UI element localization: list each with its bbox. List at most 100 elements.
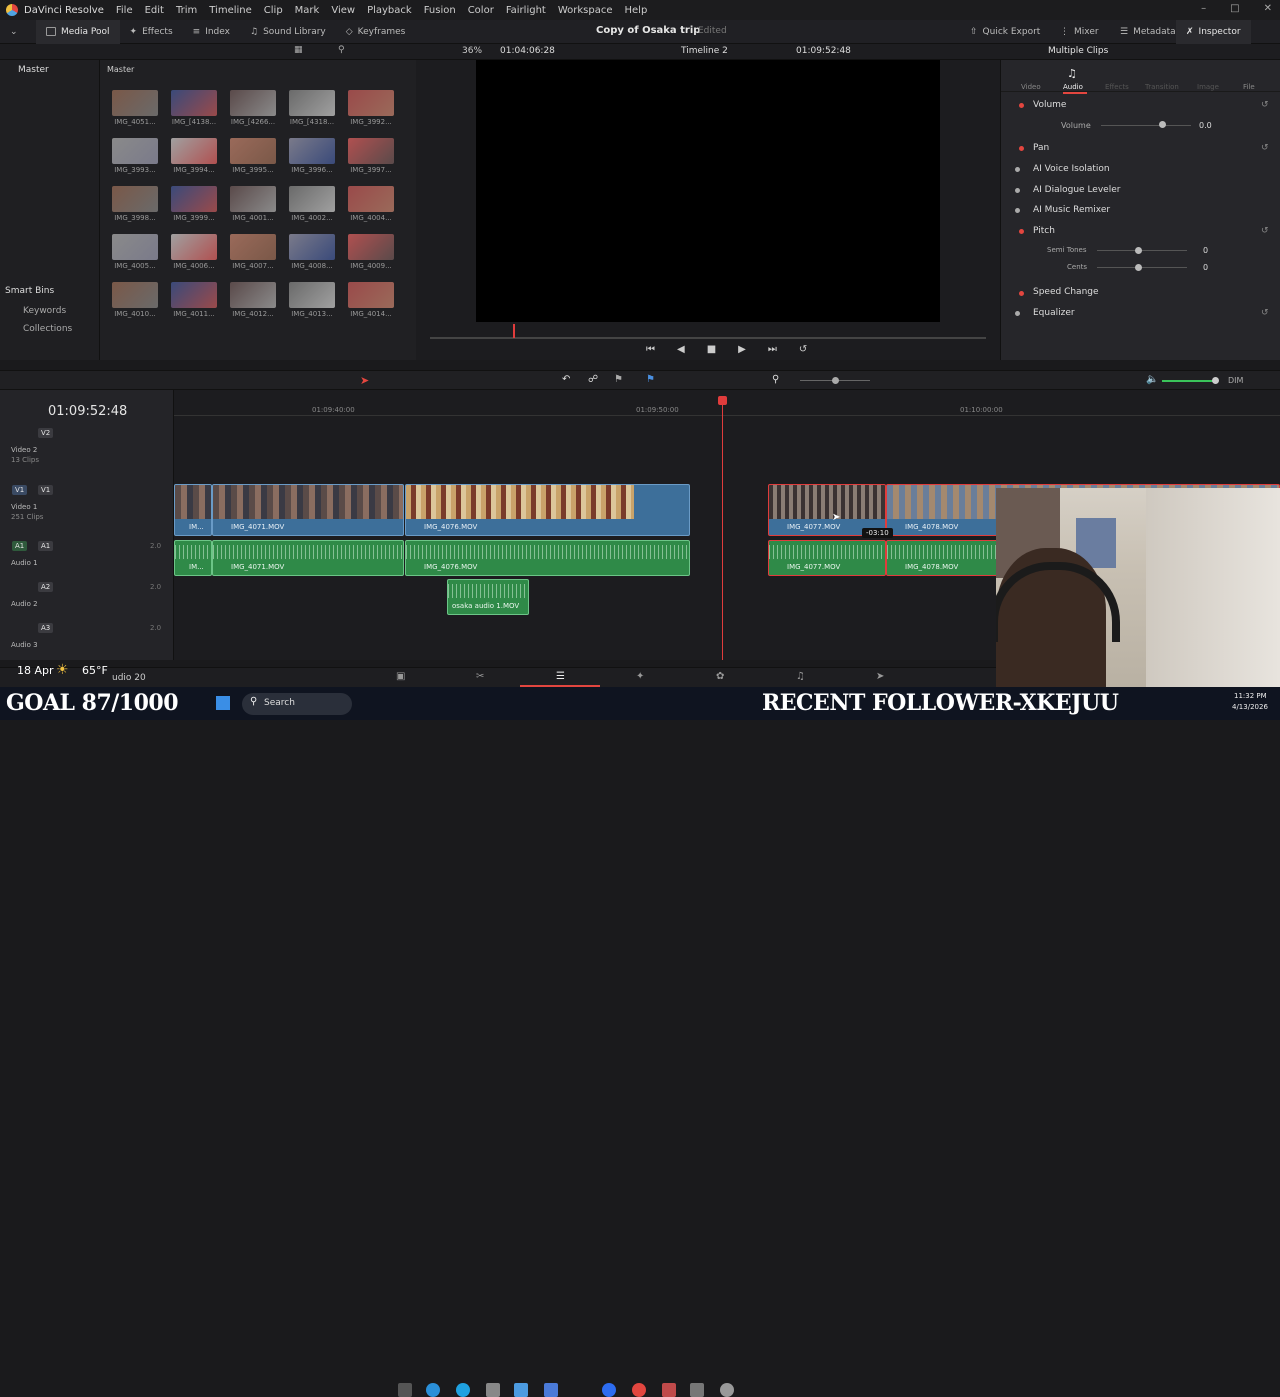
media-clip-thumbnail[interactable] [171,138,217,164]
track-source-a1[interactable]: A1 [12,541,28,551]
menu-view[interactable]: View [325,5,361,16]
reset-icon[interactable]: ↺ [1261,100,1269,110]
smart-bin-keywords[interactable]: Keywords [23,306,66,316]
link-icon[interactable]: ☍ [588,374,598,385]
index-button[interactable]: ≡ Index [183,20,240,44]
skip-back-icon[interactable]: ⏮ [646,344,655,355]
speed-change-dot[interactable] [1019,291,1024,296]
taskbar-search[interactable] [242,693,352,715]
media-clip-thumbnail[interactable] [289,90,335,116]
search-icon[interactable]: ⚲ [338,45,345,55]
inspector-button[interactable]: ✗ Inspector [1176,19,1251,44]
media-clip-thumbnail[interactable] [230,90,276,116]
maximize-icon[interactable]: □ [1230,3,1239,14]
semi-tones-slider[interactable] [1097,250,1187,251]
tab-audio[interactable]: Audio [1063,83,1083,91]
lock-icon[interactable]: ⚑ [614,374,623,385]
cents-slider[interactable] [1097,267,1187,268]
app-icon[interactable] [690,1383,704,1397]
pan-enable-dot[interactable] [1019,146,1024,151]
windows-start-icon[interactable] [216,696,230,710]
menu-workspace[interactable]: Workspace [552,5,619,16]
dim-button[interactable]: DIM [1228,376,1243,385]
media-clip-thumbnail[interactable] [171,282,217,308]
metadata-button[interactable]: ☰ Metadata [1110,20,1186,44]
equalizer-section[interactable]: Equalizer [1033,308,1075,318]
task-view-icon[interactable] [398,1383,412,1397]
snapping-icon[interactable]: ↶ [562,374,570,385]
quick-export-button[interactable]: ⇧ Quick Export [960,20,1050,44]
tab-file[interactable]: File [1243,83,1255,91]
track-id-v2[interactable]: V2 [38,428,54,438]
menu-trim[interactable]: Trim [170,5,203,16]
skip-forward-icon[interactable]: ⏭ [768,344,777,355]
fusion-page-icon[interactable]: ✦ [636,671,644,682]
menu-edit[interactable]: Edit [139,5,170,16]
edge-icon[interactable] [426,1383,440,1397]
ai-dialogue-dot[interactable] [1015,188,1020,193]
stop-icon[interactable]: ■ [707,344,716,355]
media-clip-thumbnail[interactable] [112,282,158,308]
menu-clip[interactable]: Clip [258,5,289,16]
cut-page-icon[interactable]: ✂ [476,671,484,682]
tab-video[interactable]: Video [1021,83,1041,91]
app-icon[interactable] [720,1383,734,1397]
app-icon[interactable] [486,1383,500,1397]
speaker-icon[interactable]: 🔈 [1146,374,1158,385]
media-clip-thumbnail[interactable] [171,186,217,212]
media-clip-thumbnail[interactable] [348,138,394,164]
reverse-play-icon[interactable]: ◀ [677,344,685,355]
keyframes-button[interactable]: ◇ Keyframes [336,20,416,44]
tab-transition[interactable]: Transition [1145,83,1179,91]
bin-master[interactable]: Master [18,65,49,75]
media-clip-thumbnail[interactable] [348,90,394,116]
master-volume-slider[interactable] [1162,380,1214,382]
menu-file[interactable]: File [110,5,139,16]
volume-value[interactable]: 0.0 [1199,121,1212,130]
loop-icon[interactable]: ↺ [799,344,807,355]
media-clip-thumbnail[interactable] [289,282,335,308]
audio-clip[interactable]: IMG_4076.MOV [405,540,690,576]
audio-clip[interactable]: IM... [174,540,212,576]
grid-view-icon[interactable]: ▦ [294,45,303,55]
close-icon[interactable]: ✕ [1264,3,1272,14]
selection-tool-icon[interactable]: ➤ [360,374,369,387]
track-id-a1[interactable]: A1 [38,541,54,551]
chrome-icon[interactable] [632,1383,646,1397]
track-id-a3[interactable]: A3 [38,623,54,633]
playhead-handle[interactable] [718,396,727,405]
audio-clip[interactable]: osaka audio 1.MOV [447,579,529,615]
ai-music-dot[interactable] [1015,208,1020,213]
media-clip-thumbnail[interactable] [348,282,394,308]
ai-voice-isolation[interactable]: AI Voice Isolation [1033,164,1110,174]
volume-slider[interactable] [1101,125,1191,126]
media-clip-thumbnail[interactable] [230,282,276,308]
speed-change-section[interactable]: Speed Change [1033,287,1099,297]
mixer-button[interactable]: ⋮ Mixer [1050,20,1109,44]
reset-icon[interactable]: ↺ [1261,226,1269,236]
app-icon[interactable] [544,1383,558,1397]
media-clip-thumbnail[interactable] [112,90,158,116]
media-page-icon[interactable]: ▣ [396,671,405,682]
media-clip-thumbnail[interactable] [112,234,158,260]
track-id-v1[interactable]: V1 [38,485,54,495]
media-pool-button[interactable]: Media Pool [36,19,120,44]
media-clip-thumbnail[interactable] [230,234,276,260]
menu-fairlight[interactable]: Fairlight [500,5,552,16]
deliver-page-icon[interactable]: ➤ [876,671,884,682]
menu-playback[interactable]: Playback [361,5,418,16]
track-source-v1[interactable]: V1 [12,485,28,495]
menu-color[interactable]: Color [462,5,500,16]
app-icon[interactable] [514,1383,528,1397]
menu-timeline[interactable]: Timeline [203,5,258,16]
media-clip-thumbnail[interactable] [171,90,217,116]
media-clip-thumbnail[interactable] [348,234,394,260]
fairlight-page-icon[interactable]: ♫ [796,671,805,682]
minimize-icon[interactable]: – [1201,3,1206,14]
media-clip-thumbnail[interactable] [112,138,158,164]
menu-help[interactable]: Help [619,5,654,16]
tab-image[interactable]: Image [1197,83,1219,91]
color-page-icon[interactable]: ✿ [716,671,724,682]
zoom-slider-knob[interactable] [832,377,839,384]
media-clip-thumbnail[interactable] [289,234,335,260]
